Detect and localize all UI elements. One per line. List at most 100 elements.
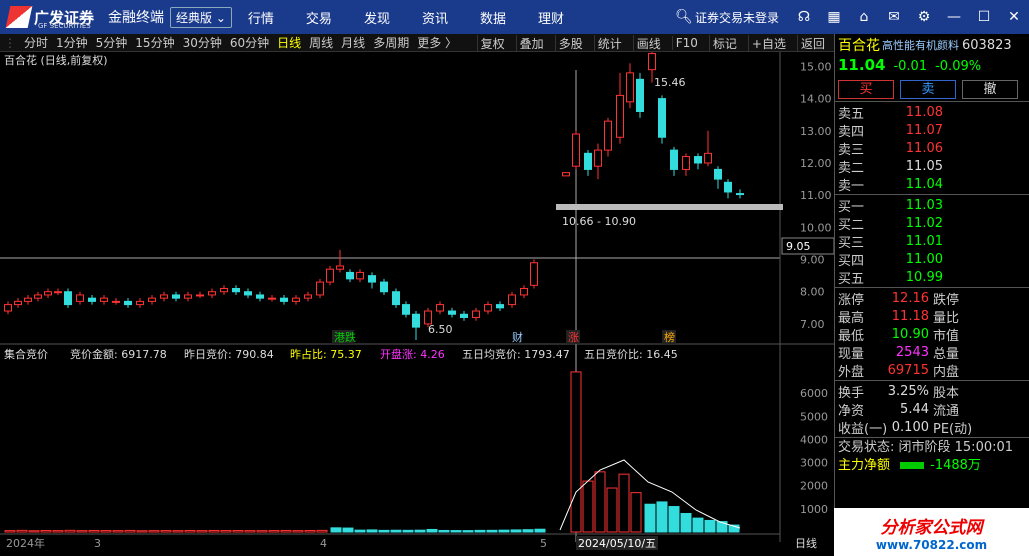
chart-area[interactable]: 百合花 (日线,前复权) 15.00 14.00 13.00 12.00 11.00 10.…	[0, 51, 835, 556]
last-price: 11.04	[838, 56, 886, 74]
stat-row: 最低 10.90 市值	[835, 325, 1029, 344]
trade-login-link[interactable]: 证券交易未登录	[695, 9, 779, 26]
indicator-item: 开盘涨: 4.26	[380, 347, 445, 361]
stock-concept[interactable]: 高性能有机颜料	[882, 37, 959, 53]
volume-bar	[148, 530, 160, 533]
menu-item[interactable]: 行情	[248, 8, 274, 27]
candle-body	[584, 152, 592, 170]
net-inflow-value: -1488万	[930, 458, 981, 473]
sell-button[interactable]: 卖	[900, 80, 956, 99]
volume-bar	[40, 529, 52, 533]
candle-body	[112, 300, 120, 303]
book-level: 卖二	[838, 160, 865, 176]
price-range-bar	[556, 204, 783, 210]
volume-bar	[280, 529, 292, 533]
volume-bar	[618, 473, 630, 533]
volume-bar	[680, 512, 692, 533]
chart-tool-button[interactable]: 多股	[554, 34, 586, 52]
chart-tool-button[interactable]: 统计	[593, 34, 625, 52]
volume-bar	[184, 529, 196, 533]
stat-value: 11.18	[891, 308, 929, 324]
maximize-icon[interactable]: ☐	[973, 9, 995, 25]
stat-label: 换手	[838, 385, 865, 401]
stat-value: 2543	[895, 344, 929, 360]
chart-tool-button[interactable]: 返回	[796, 34, 828, 52]
close-icon[interactable]: ✕	[1003, 9, 1025, 25]
stat-row: 外盘 69715 内盘	[835, 361, 1029, 380]
book-price: 11.07	[905, 122, 943, 138]
chart-tool-button[interactable]: 叠加	[515, 34, 547, 52]
book-row[interactable]: 买三 11.01	[835, 232, 1029, 251]
menu-item[interactable]: 数据	[480, 8, 506, 27]
book-row[interactable]: 买二 11.02	[835, 214, 1029, 233]
volume-bar	[304, 530, 316, 533]
candle-body	[280, 297, 288, 302]
message-icon[interactable]: ✉	[883, 9, 905, 25]
book-price: 11.00	[905, 251, 943, 267]
site-watermark: 分析家公式网 www.70822.com	[834, 508, 1029, 556]
volume-bar	[16, 529, 28, 533]
book-row[interactable]: 卖四 11.07	[835, 121, 1029, 140]
period-tab[interactable]: 60分钟	[230, 34, 269, 51]
period-tab[interactable]: 30分钟	[183, 34, 222, 51]
menu-item[interactable]: 交易	[306, 8, 332, 27]
kline-chart[interactable]: 百合花 (日线,前复权) 15.00 14.00 13.00 12.00 11.00 10.…	[0, 51, 835, 556]
search-icon[interactable]: 🔍︎	[673, 9, 695, 25]
period-tab[interactable]: 分时	[24, 34, 48, 51]
period-tab[interactable]: 多周期	[373, 34, 409, 51]
book-price: 10.99	[905, 269, 943, 285]
period-tab[interactable]: 15分钟	[135, 34, 174, 51]
edition-select[interactable]: 经典版 ⌄	[170, 6, 232, 28]
menu-item[interactable]: 资讯	[422, 8, 448, 27]
chart-tool-button[interactable]: F10	[671, 36, 701, 50]
candle-body	[380, 281, 388, 293]
watermark-url: www.70822.com	[875, 537, 988, 552]
volume-bar	[100, 530, 112, 533]
chart-tool-button[interactable]: 标记	[708, 34, 740, 52]
event-marker: 榜	[664, 330, 675, 344]
period-tab[interactable]: 1分钟	[56, 34, 88, 51]
book-row[interactable]: 卖二 11.05	[835, 157, 1029, 176]
candle-body	[172, 294, 180, 299]
period-tab[interactable]: 5分钟	[96, 34, 128, 51]
period-tab[interactable]: 月线	[341, 34, 365, 51]
shirt-icon[interactable]: ⌂	[853, 9, 875, 25]
stats-block-2: 换手 3.25% 股本 净资 5.44 流通 收益(一) 0.100 PE(动)	[835, 382, 1029, 437]
period-tab[interactable]: 周线	[309, 34, 333, 51]
volume-bar	[64, 529, 76, 533]
cancel-order-button[interactable]: 撤	[962, 80, 1018, 99]
stat-label: 最高	[838, 310, 865, 326]
quote-panel: 百合花 高性能有机颜料 603823 11.04 -0.01 -0.09% 买 …	[834, 34, 1029, 556]
candle-body	[88, 297, 96, 302]
headset-icon[interactable]: ☊	[793, 9, 815, 25]
chart-tool-button[interactable]: +自选	[747, 34, 789, 52]
candle-body	[268, 297, 276, 300]
book-row[interactable]: 卖一 11.04	[835, 175, 1029, 194]
period-tab[interactable]: 更多 〉	[417, 34, 457, 51]
book-row[interactable]: 卖五 11.08	[835, 103, 1029, 122]
volume-bar	[644, 503, 656, 533]
chart-tool-button[interactable]: 画线	[632, 34, 664, 52]
book-row[interactable]: 卖三 11.06	[835, 139, 1029, 158]
book-row[interactable]: 买四 11.00	[835, 250, 1029, 269]
menu-item[interactable]: 发现	[364, 8, 390, 27]
book-row[interactable]: 买五 10.99	[835, 268, 1029, 287]
candle-body	[402, 304, 410, 315]
settings-icon[interactable]: ⚙	[913, 9, 935, 25]
period-tab[interactable]: 日线	[277, 34, 301, 51]
buy-button[interactable]: 买	[838, 80, 894, 99]
chart-tool-button[interactable]: 复权	[476, 34, 508, 52]
volume-bar	[462, 530, 474, 533]
grid-icon[interactable]: ▦	[823, 9, 845, 25]
volume-bar	[196, 530, 208, 533]
indicator-item: 昨占比: 75.37	[290, 347, 362, 361]
book-level: 卖四	[838, 124, 865, 140]
chart-title: 百合花 (日线,前复权)	[4, 53, 108, 67]
stat-label-2: 流通	[933, 403, 960, 419]
candle-body	[694, 156, 702, 164]
menu-item[interactable]: 理财	[538, 8, 564, 27]
minimize-icon[interactable]: —	[943, 9, 965, 25]
stat-label-2: PE(动)	[933, 421, 973, 437]
book-row[interactable]: 买一 11.03	[835, 196, 1029, 215]
stat-label-2: 市值	[933, 328, 960, 344]
